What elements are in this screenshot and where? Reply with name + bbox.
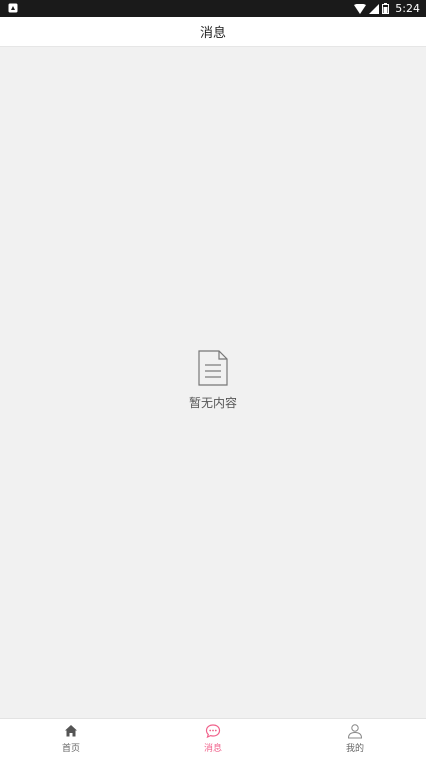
status-time: 5:24	[395, 2, 420, 15]
empty-message: 暂无内容	[188, 396, 237, 410]
empty-state: 暂无内容	[0, 350, 426, 411]
tab-home-label: 首页	[61, 744, 80, 754]
battery-icon	[382, 3, 390, 14]
tab-home[interactable]: 首页	[0, 719, 142, 757]
signal-icon	[369, 3, 380, 14]
tab-profile[interactable]: 我的	[284, 719, 426, 757]
status-right: 5:24	[354, 0, 420, 17]
bottom-tab-bar: 首页 消息 我的	[0, 718, 426, 757]
status-bar: 5:24	[0, 0, 426, 17]
home-icon	[65, 725, 77, 737]
page-title: 消息	[199, 26, 226, 41]
wifi-icon	[354, 3, 367, 14]
tab-messages[interactable]: 消息	[142, 719, 284, 757]
chat-icon	[205, 724, 221, 739]
document-icon	[198, 350, 228, 386]
tab-profile-label: 我的	[345, 744, 364, 754]
user-icon	[347, 724, 363, 739]
notification-icon	[8, 3, 18, 13]
tab-messages-label: 消息	[203, 744, 222, 754]
app-bar: 消息	[0, 17, 426, 47]
screen: 5:24 消息 暂无内容 首页 消息 我的	[0, 0, 426, 757]
